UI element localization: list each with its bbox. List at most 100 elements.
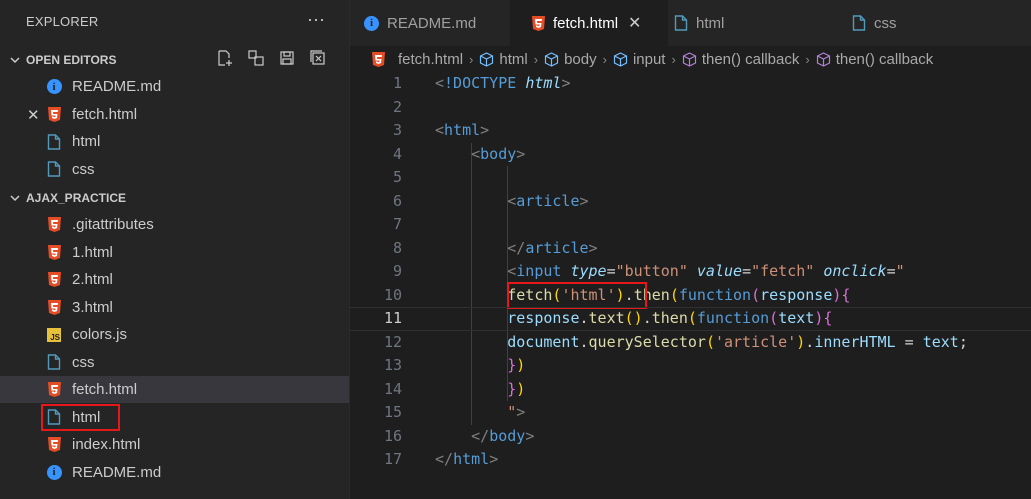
project-item[interactable]: 3.html bbox=[0, 294, 349, 321]
save-all-icon[interactable] bbox=[278, 49, 296, 67]
code-line[interactable]: 6 <article> bbox=[350, 190, 1031, 214]
more-actions-icon[interactable]: ··· bbox=[307, 9, 325, 30]
breadcrumb: fetch.html › html › body › input › then() callba… bbox=[350, 46, 1031, 72]
project-folder-header[interactable]: AJAX_PRACTICE bbox=[0, 187, 349, 209]
new-file-icon[interactable] bbox=[216, 49, 234, 67]
info-icon: i bbox=[46, 464, 62, 480]
line-number: 8 bbox=[392, 238, 402, 257]
tab-fetch-html[interactable]: fetch.html ✕ bbox=[510, 0, 668, 46]
tab-css[interactable]: css bbox=[820, 0, 960, 46]
file-icon-slot: i bbox=[46, 464, 62, 480]
project-item[interactable]: html bbox=[0, 403, 349, 431]
code-line[interactable]: 8 </article> bbox=[350, 237, 1031, 261]
line-number: 14 bbox=[383, 379, 402, 398]
project-item[interactable]: 1.html bbox=[0, 239, 349, 266]
close-icon[interactable]: ✕ bbox=[27, 106, 40, 124]
code-line[interactable]: 16 </body> bbox=[350, 425, 1031, 449]
html5-icon bbox=[47, 244, 61, 260]
project-item[interactable]: css bbox=[0, 349, 349, 376]
project-item[interactable]: index.html bbox=[0, 431, 349, 458]
breadcrumb-label: then() callback bbox=[701, 50, 800, 68]
breadcrumb-item[interactable]: then() callback bbox=[682, 50, 800, 68]
code-line[interactable]: 10 fetch('html').then(function(response)… bbox=[350, 281, 1031, 309]
explorer-title: EXPLORER bbox=[26, 14, 99, 29]
line-number: 9 bbox=[392, 262, 402, 280]
file-icon-slot bbox=[46, 106, 62, 122]
breadcrumb-item[interactable]: input bbox=[613, 51, 665, 68]
project-item[interactable]: .gitattributes bbox=[0, 211, 349, 238]
code-line[interactable]: 2 bbox=[350, 96, 1031, 120]
code-line[interactable]: 13 }) bbox=[350, 354, 1031, 378]
project-folder-label: AJAX_PRACTICE bbox=[26, 191, 127, 205]
file-icon bbox=[47, 133, 61, 150]
code-line[interactable]: 5 bbox=[350, 166, 1031, 190]
chevron-down-icon bbox=[10, 57, 20, 64]
tab-README-md[interactable]: i README.md bbox=[350, 0, 510, 46]
file-name: fetch.html bbox=[72, 105, 138, 123]
open-editor-item[interactable]: ✕ fetch.html bbox=[0, 101, 349, 128]
line-number: 6 bbox=[392, 191, 402, 210]
breadcrumb-item[interactable]: then() callback bbox=[816, 51, 933, 68]
info-icon: i bbox=[364, 15, 379, 31]
code-editor[interactable]: 1 <!DOCTYPE html> 2 3 <html> 4 <body> 5 6 <arti… bbox=[350, 72, 1031, 499]
open-editor-item[interactable]: i README.md bbox=[0, 73, 349, 100]
tab-icon-slot: i bbox=[364, 15, 379, 31]
code-line[interactable]: 17 </html> bbox=[350, 448, 1031, 472]
project-item[interactable]: i README.md bbox=[0, 459, 349, 486]
open-editors-toolbar bbox=[216, 49, 327, 67]
html5-icon bbox=[47, 299, 61, 315]
html5-icon bbox=[532, 15, 545, 31]
file-icon bbox=[47, 354, 61, 370]
chevron-right-icon: › bbox=[533, 51, 539, 67]
tab-icon-slot bbox=[532, 15, 545, 31]
code-line[interactable]: 12 document.querySelector('article').inn… bbox=[350, 331, 1031, 355]
line-number: 12 bbox=[383, 332, 402, 351]
code-text: </body> bbox=[471, 426, 535, 445]
code-text: document.querySelector('article').innerH… bbox=[507, 332, 968, 351]
file-icon-slot: JS bbox=[46, 327, 62, 343]
code-text: <body> bbox=[471, 144, 526, 163]
project-item[interactable]: JS colors.js bbox=[0, 321, 349, 348]
code-text: </article> bbox=[507, 238, 598, 257]
file-name: index.html bbox=[72, 436, 141, 453]
file-name: README.md bbox=[72, 463, 162, 481]
open-editors-label: OPEN EDITORS bbox=[26, 53, 117, 67]
file-icon-slot: i bbox=[46, 79, 62, 95]
line-number: 13 bbox=[383, 356, 402, 374]
project-item[interactable]: 2.html bbox=[0, 266, 349, 293]
code-line[interactable]: 9 <input type="button" value="fetch" onc… bbox=[350, 260, 1031, 284]
breadcrumb-label: body bbox=[564, 50, 597, 68]
line-number: 5 bbox=[392, 168, 402, 186]
toggle-vertical-icon[interactable] bbox=[247, 49, 265, 67]
code-line[interactable]: 7 bbox=[350, 213, 1031, 237]
breadcrumb-item[interactable]: body bbox=[544, 51, 597, 68]
code-line[interactable]: 15 "> bbox=[350, 401, 1031, 425]
file-name: 3.html bbox=[72, 298, 113, 316]
tab-html[interactable]: html bbox=[668, 0, 820, 46]
open-editor-item[interactable]: html bbox=[0, 128, 349, 155]
code-line[interactable]: 3 <html> bbox=[350, 119, 1031, 143]
code-line[interactable]: 4 <body> bbox=[350, 143, 1031, 167]
code-line[interactable]: 1 <!DOCTYPE html> bbox=[350, 72, 1031, 96]
code-text: }) bbox=[507, 356, 526, 374]
code-text: <html> bbox=[435, 121, 490, 139]
close-icon[interactable]: ✕ bbox=[628, 13, 641, 33]
breadcrumb-item[interactable]: fetch.html bbox=[372, 51, 463, 68]
code-line[interactable]: 14 }) bbox=[350, 378, 1031, 402]
html5-icon bbox=[47, 106, 61, 122]
js-icon: JS bbox=[47, 327, 61, 342]
line-number: 17 bbox=[383, 450, 402, 468]
close-all-icon[interactable] bbox=[309, 49, 327, 67]
highlight-box bbox=[507, 281, 647, 309]
breadcrumb-item[interactable]: html bbox=[479, 51, 528, 68]
chevron-right-icon: › bbox=[805, 51, 810, 67]
project-item[interactable]: fetch.html bbox=[0, 376, 349, 403]
symbol-element-icon bbox=[479, 51, 499, 67]
file-icon bbox=[852, 15, 866, 31]
file-name: 1.html bbox=[72, 243, 113, 261]
open-editor-item[interactable]: css bbox=[0, 156, 349, 183]
file-icon-slot bbox=[46, 133, 62, 150]
code-line[interactable]: 11 response.text().then(function(text){ bbox=[350, 307, 1031, 331]
html5-icon bbox=[47, 382, 61, 397]
html5-icon bbox=[372, 51, 390, 67]
